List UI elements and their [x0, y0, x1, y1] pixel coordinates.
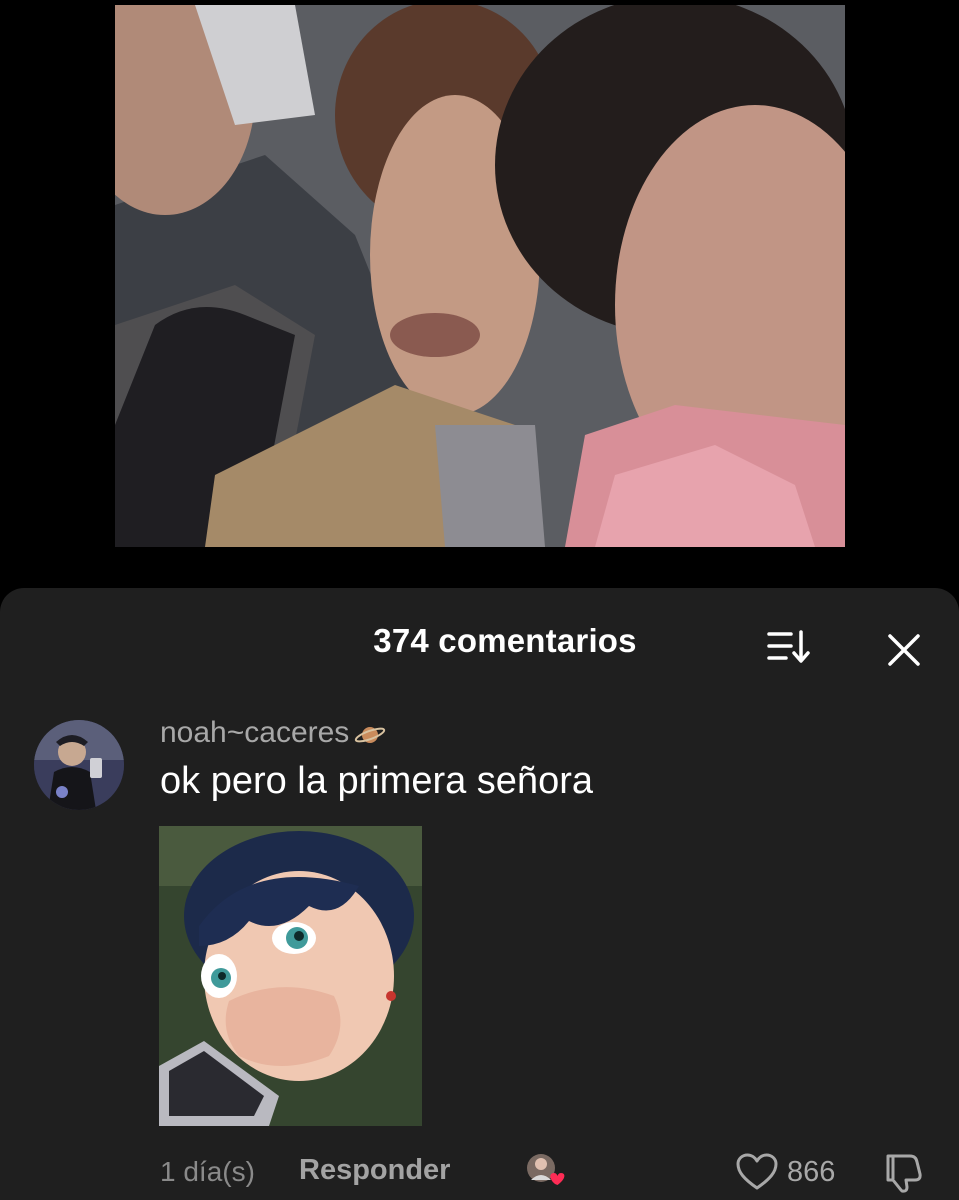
comments-count-title: 374 comentarios: [373, 622, 637, 659]
comment-text: ok pero la primera señora: [160, 760, 593, 802]
sort-button[interactable]: [764, 626, 814, 670]
avatar[interactable]: [34, 720, 124, 810]
close-icon: [888, 634, 920, 666]
comment-username[interactable]: noah~caceres: [160, 716, 349, 750]
dislike-button[interactable]: [880, 1150, 926, 1194]
comments-sheet: 374 comentarios noah~caceres ok pero la …: [0, 588, 959, 1200]
animated-girl-gif: [159, 826, 422, 1126]
comment-item: noah~caceres ok pero la primera señora 1…: [0, 708, 959, 1200]
close-button[interactable]: [880, 626, 928, 674]
creator-liked-heart-icon: [527, 1154, 565, 1185]
comment-gif[interactable]: [159, 826, 422, 1126]
video-still-image: [115, 5, 845, 547]
ringed-planet-icon: [353, 721, 387, 745]
comment-timestamp: 1 día(s): [160, 1156, 255, 1187]
video-frame[interactable]: [115, 5, 845, 547]
thumbs-down-icon: [886, 1154, 922, 1193]
comment-username-row[interactable]: noah~caceres: [160, 716, 387, 750]
creator-liked-badge: [521, 1150, 571, 1194]
sort-icon: [767, 630, 810, 663]
heart-outline-icon: [736, 1153, 778, 1190]
comment-meta-row: 1 día(s) Responder 866: [0, 1150, 959, 1200]
like-button[interactable]: 866: [735, 1150, 835, 1194]
comments-header: 374 comentarios: [0, 588, 959, 698]
video-player[interactable]: [0, 0, 959, 590]
like-count: 866: [787, 1155, 836, 1188]
reply-button[interactable]: Responder: [299, 1154, 450, 1187]
avatar-image: [34, 720, 124, 810]
